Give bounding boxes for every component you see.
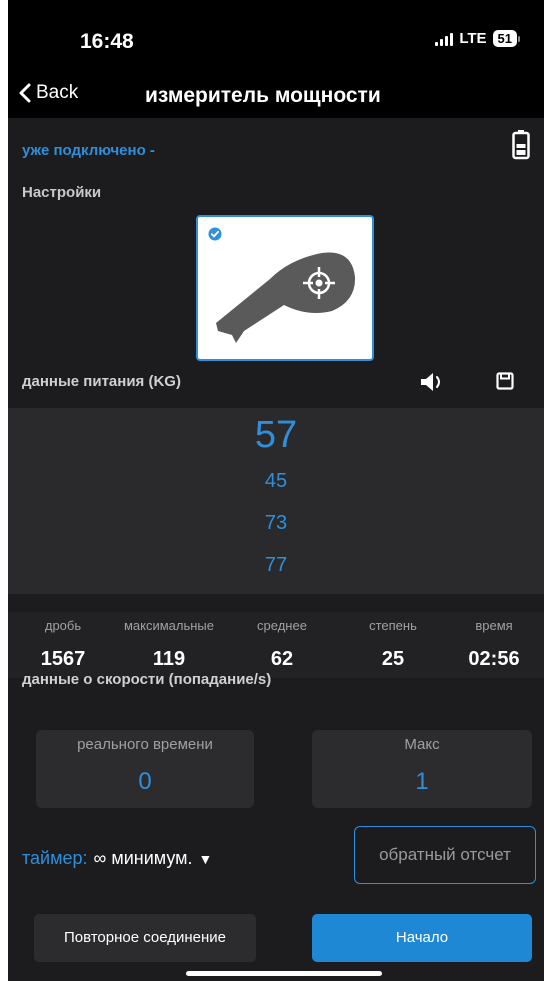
chevron-left-icon: [19, 83, 31, 103]
reconnect-button[interactable]: Повторное соединение: [34, 914, 256, 962]
max-speed-value: 1: [415, 768, 429, 795]
battery-level: 51: [492, 30, 517, 47]
power-data-title: данные питания (KG): [22, 373, 181, 390]
stats-row: дробь 1567 максимальные 119 среднее 62 с…: [8, 612, 544, 678]
picker-value[interactable]: 73: [8, 512, 544, 535]
nav-bar: Back измеритель мощности: [8, 78, 544, 118]
picker-value[interactable]: 45: [8, 470, 544, 493]
main-content: уже подключено - Настройки данные питани…: [8, 118, 544, 981]
speed-data-title: данные о скорости (попадание/s): [22, 671, 272, 688]
status-indicators: LTE 51: [435, 30, 520, 47]
connection-status[interactable]: уже подключено -: [22, 142, 155, 159]
home-indicator: [186, 971, 382, 976]
max-speed-card: Макс 1: [312, 730, 532, 808]
page-title: измеритель мощности: [145, 84, 381, 107]
timer-selector[interactable]: таймер: ∞ минимум. ▼: [22, 848, 212, 869]
signal-icon: [435, 32, 454, 46]
realtime-speed-card: реального времени 0: [36, 730, 254, 808]
weight-picker[interactable]: 57 45 73 77: [8, 408, 544, 594]
timer-label: таймер:: [22, 848, 88, 868]
countdown-button[interactable]: обратный отсчет: [354, 826, 536, 884]
status-time: 16:48: [80, 30, 134, 53]
dropdown-arrow-icon: ▼: [198, 850, 213, 867]
device-card[interactable]: [196, 215, 374, 361]
battery-icon: [512, 130, 530, 160]
speaker-icon[interactable]: [420, 372, 446, 392]
settings-label: Настройки: [22, 184, 102, 201]
back-button[interactable]: Back: [18, 82, 78, 104]
paddle-icon: [216, 252, 356, 343]
picker-selected-value[interactable]: 57: [8, 414, 544, 457]
start-button[interactable]: Начало: [312, 914, 532, 962]
back-label: Back: [36, 82, 79, 103]
battery-status-icon: 51: [492, 30, 520, 47]
app-screen: 16:48 LTE 51 Back измеритель мощности уж…: [8, 0, 544, 981]
timer-value: ∞ минимум.: [93, 848, 193, 868]
realtime-speed-value: 0: [138, 768, 152, 795]
save-icon[interactable]: [496, 372, 514, 390]
network-type: LTE: [459, 30, 487, 47]
picker-value[interactable]: 77: [8, 554, 544, 577]
